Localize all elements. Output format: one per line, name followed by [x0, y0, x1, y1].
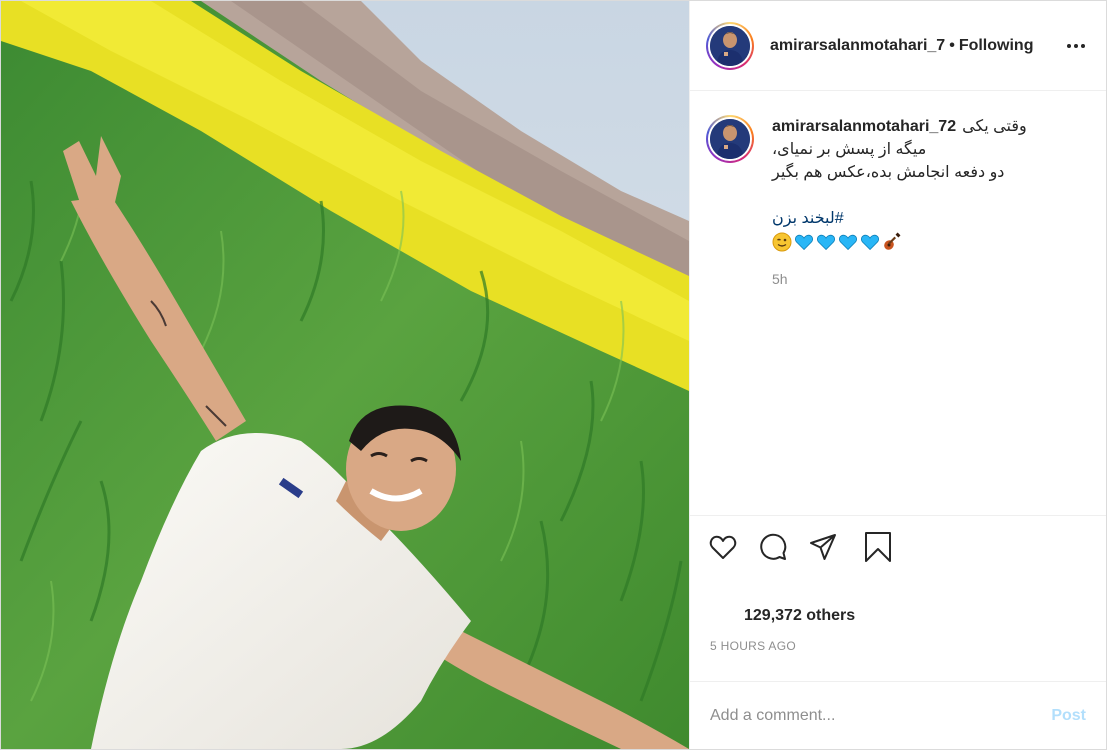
post-photo-image — [1, 1, 689, 749]
bookmark-icon[interactable] — [858, 527, 892, 567]
blue-heart-emoji-icon — [838, 234, 858, 251]
caption-hashtag[interactable]: #لبخند بزن — [772, 210, 844, 227]
heart-icon[interactable] — [708, 527, 748, 567]
post-photo[interactable] — [1, 1, 689, 749]
caption-line: دو دفعه انجامش بده،عکس هم بگیر — [772, 164, 1005, 181]
caption-body: amirarsalanmotahari_72 وقتی یکی میگه از … — [772, 115, 1090, 291]
blue-heart-emoji-icon — [794, 234, 814, 251]
avatar-image — [710, 25, 750, 66]
blue-heart-emoji-icon — [816, 234, 836, 251]
comment-input[interactable] — [710, 706, 1052, 725]
caption-emojis — [772, 230, 1090, 254]
post-modal: amirarsalanmotahari_7 • Following amirar… — [0, 0, 1107, 750]
header-separator: • — [949, 36, 955, 54]
caption-avatar-image — [710, 119, 750, 159]
post-actions — [690, 515, 1106, 577]
post-comment-button[interactable]: Post — [1051, 707, 1086, 725]
caption-first-text: وقتی یکی — [962, 118, 1027, 135]
more-options-icon[interactable] — [1062, 32, 1090, 60]
blue-heart-emoji-icon — [860, 234, 880, 251]
following-button[interactable]: Following — [959, 37, 1034, 54]
caption: amirarsalanmotahari_72 وقتی یکی میگه از … — [706, 115, 1090, 291]
avatar[interactable] — [706, 21, 754, 70]
header-username-line: amirarsalanmotahari_7 • Following — [770, 37, 1033, 55]
wink-emoji-icon — [772, 232, 792, 252]
guitar-emoji-icon — [884, 232, 901, 250]
post-header: amirarsalanmotahari_7 • Following — [690, 1, 1106, 91]
comment-icon[interactable] — [758, 527, 798, 567]
caption-username[interactable]: amirarsalanmotahari_72 — [772, 115, 956, 138]
caption-line: میگه از پسش بر نمیای، — [772, 141, 927, 158]
comments-area: amirarsalanmotahari_72 وقتی یکی میگه از … — [690, 91, 1106, 515]
post-timestamp[interactable]: 5 HOURS AGO — [690, 633, 1106, 681]
header-username[interactable]: amirarsalanmotahari_7 — [770, 37, 945, 54]
caption-first-line: amirarsalanmotahari_72 وقتی یکی — [772, 115, 1090, 138]
comment-form: Post — [690, 681, 1106, 749]
caption-avatar[interactable] — [706, 115, 754, 163]
likes-count: 129,372 others — [690, 577, 1106, 633]
post-details-panel: amirarsalanmotahari_7 • Following amirar… — [689, 1, 1106, 749]
caption-age[interactable]: 5h — [772, 268, 1090, 291]
likes-others[interactable]: 129,372 others — [744, 607, 855, 625]
share-icon[interactable] — [808, 527, 848, 567]
